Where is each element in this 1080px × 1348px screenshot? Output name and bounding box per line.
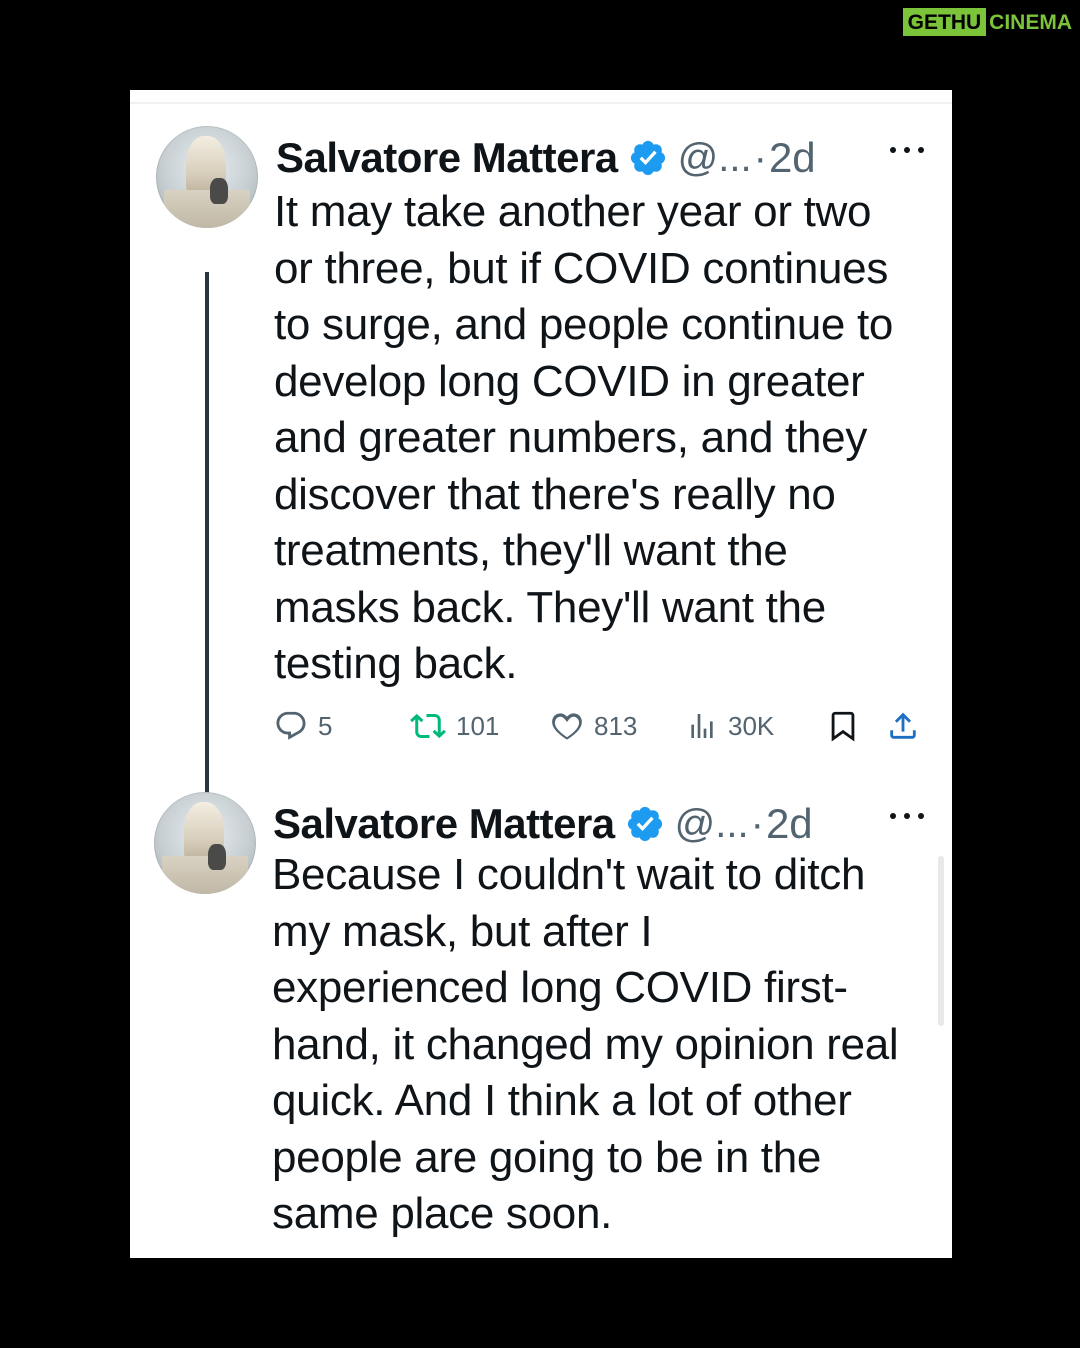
bookmark-icon bbox=[831, 711, 855, 742]
views-icon bbox=[691, 714, 713, 738]
reply-icon bbox=[276, 711, 306, 740]
separator: · bbox=[750, 801, 764, 846]
watermark-part-1: GETHU bbox=[902, 8, 987, 36]
avatar[interactable] bbox=[154, 792, 256, 894]
timestamp[interactable]: 2d bbox=[766, 800, 813, 848]
divider bbox=[130, 102, 952, 104]
scrollbar[interactable] bbox=[938, 856, 944, 1026]
like-button[interactable]: 813 bbox=[550, 696, 637, 756]
thread-connector-line bbox=[205, 272, 209, 820]
bookmark-button[interactable] bbox=[826, 696, 860, 756]
repost-icon bbox=[410, 713, 446, 739]
like-icon bbox=[552, 713, 582, 740]
verified-badge-icon bbox=[630, 140, 665, 176]
share-icon bbox=[890, 712, 916, 739]
avatar[interactable] bbox=[156, 126, 258, 228]
tweet-header: Salvatore Mattera @... · 2d bbox=[276, 130, 816, 186]
repost-button[interactable]: 101 bbox=[410, 696, 499, 756]
repost-count: 101 bbox=[456, 710, 500, 741]
views-button[interactable]: 30K bbox=[686, 696, 774, 756]
reply-button[interactable]: 5 bbox=[274, 696, 332, 756]
share-button[interactable] bbox=[886, 696, 920, 756]
tweet-actions: 5 101 813 30K bbox=[274, 696, 924, 756]
tweet-thread-card: Salvatore Mattera @... · 2d It may take … bbox=[130, 90, 952, 1258]
watermark-part-2: CINEMA bbox=[989, 11, 1072, 34]
tweet-text: It may take another year or two or three… bbox=[274, 187, 894, 688]
views-count: 30K bbox=[728, 710, 775, 741]
author-name[interactable]: Salvatore Mattera bbox=[273, 800, 615, 848]
separator: · bbox=[753, 135, 767, 180]
timestamp[interactable]: 2d bbox=[769, 134, 816, 182]
tweet-text: Because I couldn't wait to ditch my mask… bbox=[272, 850, 899, 1238]
more-icon[interactable] bbox=[890, 806, 924, 826]
watermark-logo: GETHU CINEMA bbox=[902, 8, 1074, 36]
reply-count: 5 bbox=[318, 710, 333, 741]
verified-badge-icon bbox=[627, 806, 662, 842]
author-handle[interactable]: @... bbox=[678, 136, 752, 181]
author-handle[interactable]: @... bbox=[675, 802, 749, 847]
like-count: 813 bbox=[594, 710, 638, 741]
tweet-header: Salvatore Mattera @... · 2d bbox=[273, 796, 813, 852]
more-icon[interactable] bbox=[890, 140, 924, 160]
author-name[interactable]: Salvatore Mattera bbox=[276, 134, 618, 182]
